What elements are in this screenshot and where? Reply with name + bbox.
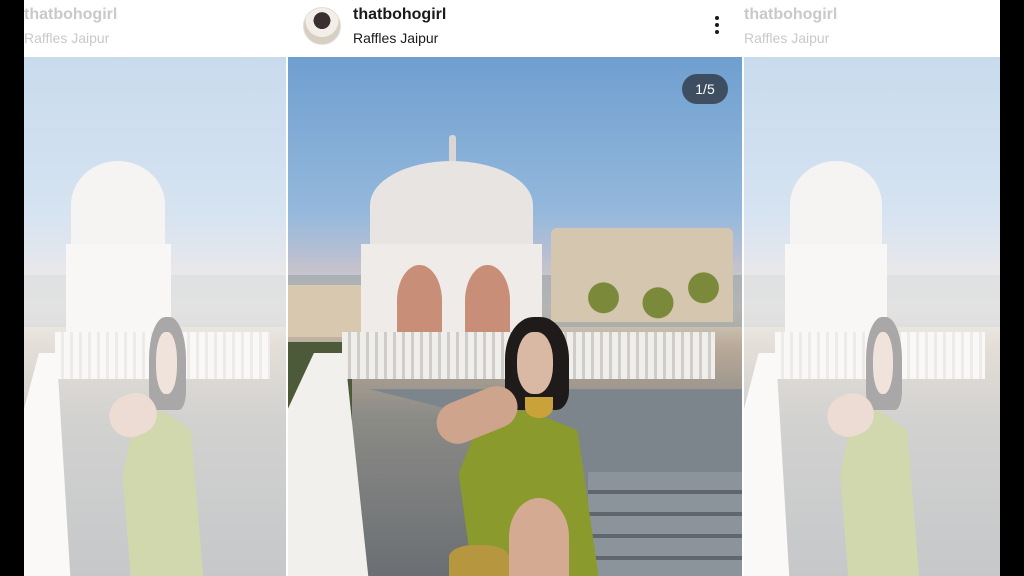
more-vertical-icon (715, 23, 719, 27)
previous-post-username: thatbohogirl (24, 6, 118, 23)
post-header: thatbohogirl Raffles Jaipur thatbohogirl… (24, 0, 1000, 56)
next-post-username: thatbohogirl (744, 6, 838, 23)
photo-person (429, 316, 629, 576)
photo-necklace (524, 396, 553, 418)
photo-dome (71, 160, 166, 250)
photo-person (820, 316, 936, 576)
photo-parapet (744, 352, 790, 576)
photo-face (155, 332, 177, 395)
more-vertical-icon (715, 30, 719, 34)
photo-face (872, 332, 894, 395)
post-photo[interactable] (288, 57, 742, 576)
more-options-button[interactable] (706, 12, 728, 38)
next-post-photo[interactable] (744, 57, 1000, 576)
photo-face (516, 332, 553, 395)
feed-stage (24, 0, 1000, 576)
photo-palm (642, 280, 674, 338)
photo-person (102, 316, 220, 576)
photo-knee (508, 498, 569, 576)
post-username[interactable]: thatbohogirl (353, 6, 446, 24)
photo-parapet (24, 352, 71, 576)
more-vertical-icon (715, 16, 719, 20)
carousel-counter-badge: 1/5 (682, 74, 728, 104)
photo-dome (369, 160, 534, 250)
profile-avatar[interactable] (303, 7, 341, 45)
photo-palm (687, 264, 720, 322)
photo-parapet (288, 352, 369, 576)
next-post-location: Raffles Jaipur (744, 30, 830, 46)
previous-post-photo[interactable] (24, 57, 286, 576)
photo-dome (790, 160, 883, 250)
post-location[interactable]: Raffles Jaipur (353, 30, 438, 46)
photo-skirt (448, 544, 509, 576)
previous-post-location: Raffles Jaipur (24, 30, 110, 46)
